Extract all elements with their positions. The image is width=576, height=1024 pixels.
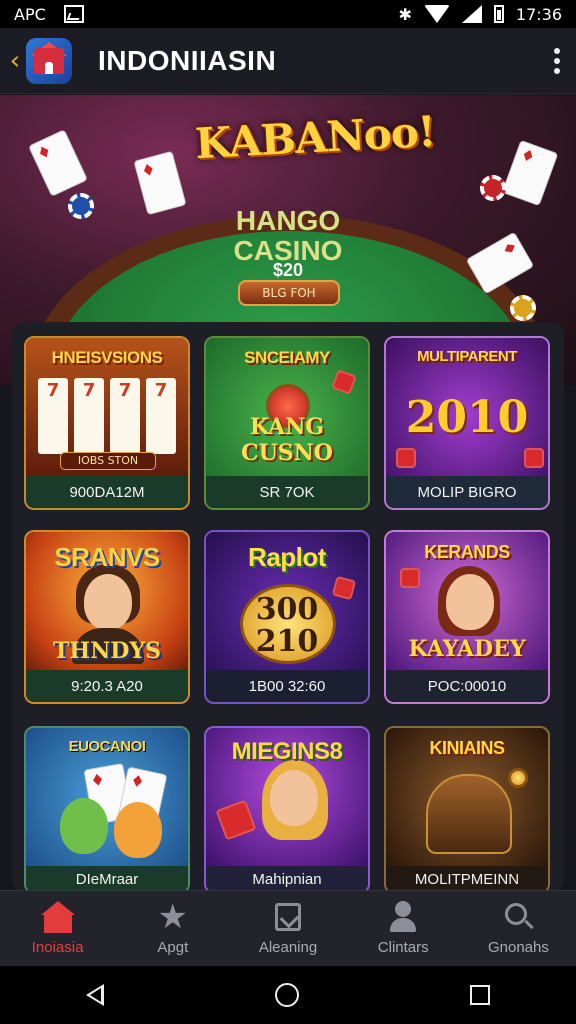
game-tile[interactable]: 7 7 7 7 IOBS STON HNEISVSIONS 900DA12M [24, 336, 190, 510]
wifi-icon [423, 5, 450, 23]
game-title: MIEGINS8 [231, 738, 343, 765]
game-title: KERANDS [424, 542, 510, 562]
game-caption: SR 7OK [206, 476, 368, 508]
slot-reel: 7 [146, 378, 176, 454]
signal-icon [461, 5, 482, 23]
nav-label: Apgt [157, 939, 189, 956]
slot-reel: 7 [110, 378, 140, 454]
slot-reel: 7 [74, 378, 104, 454]
game-art-text: 2010 [405, 392, 529, 443]
bottom-nav: Inoiasia ★ Apgt Aleaning Clintars Gnonah… [0, 890, 576, 966]
status-left: APC [14, 5, 84, 24]
bluetooth-icon: ✱ [398, 4, 412, 24]
game-tile[interactable]: EUOCANOI DIeMraar [24, 726, 190, 892]
app-logo[interactable] [26, 37, 72, 84]
nav-label: Gnonahs [487, 939, 549, 956]
system-home-icon[interactable] [274, 983, 299, 1007]
nav-label: Aleaning [258, 939, 318, 956]
poker-chip-icon [480, 175, 506, 201]
game-title: EUOCANOI [68, 738, 146, 755]
game-art-text: THNDYS [53, 638, 161, 664]
system-recents-icon[interactable] [470, 985, 491, 1005]
game-art-text: KANG CUSNO [241, 414, 333, 466]
nav-label: Clintars [377, 939, 429, 956]
playing-card-icon [501, 139, 559, 207]
game-title: MULTIPARENT [417, 348, 517, 365]
game-tile[interactable]: MULTIPARENT 2010 MOLIP BIGRO [384, 336, 550, 510]
game-caption: MOLITPMEINN [386, 866, 548, 892]
status-right: ✱ 17:36 [398, 5, 562, 24]
slot-reel: 7 [38, 378, 68, 454]
game-title: SRANVS [54, 542, 160, 572]
game-tile[interactable]: KINIAINS MOLITPMEINN [384, 726, 550, 892]
home-icon [40, 901, 75, 933]
game-caption: 9:20.3 A20 [26, 670, 188, 702]
system-back-icon[interactable] [85, 984, 104, 1006]
character-face [270, 770, 318, 826]
dice-icon [396, 448, 416, 468]
game-tile[interactable]: SRANVS THNDYS 9:20.3 A20 [24, 530, 190, 704]
system-nav-bar [0, 966, 576, 1024]
game-art-text: 300 210 [255, 592, 319, 659]
search-icon [501, 901, 535, 933]
dice-icon [400, 568, 420, 588]
more-options-icon[interactable] [542, 47, 572, 74]
game-tile[interactable]: SNCEIAMY KANG CUSNO SR 7OK [204, 336, 370, 510]
character-face [60, 798, 108, 854]
game-title: HNEISVSIONS [51, 348, 163, 367]
game-caption: 1B00 32:60 [206, 670, 368, 702]
game-caption: DIeMraar [26, 866, 188, 892]
treasure-helmet [426, 774, 512, 854]
dice-icon [524, 448, 544, 468]
dice-icon [215, 799, 257, 841]
calendar-check-icon [271, 901, 305, 933]
game-title: KINIAINS [429, 738, 505, 758]
hero-amount: $20 [272, 260, 304, 280]
game-caption: Mahipnian [206, 866, 368, 892]
status-bar: APC ✱ 17:36 [0, 0, 576, 28]
battery-icon [493, 5, 504, 23]
character-face [114, 802, 162, 858]
dice-icon [331, 369, 357, 395]
hero-line1: HANGO [235, 205, 341, 236]
app-title: INDONIIASIN [98, 44, 277, 76]
nav-item-learning[interactable]: Aleaning [230, 891, 345, 966]
slot-spin-button: IOBS STON [60, 452, 156, 470]
game-title: SNCEIAMY [244, 348, 330, 367]
logo-door [45, 61, 53, 74]
game-grid: 7 7 7 7 IOBS STON HNEISVSIONS 900DA12M S… [12, 322, 564, 892]
image-notification-icon [63, 5, 84, 23]
game-caption: MOLIP BIGRO [386, 476, 548, 508]
character-face [446, 574, 494, 630]
carrier-label: APC [14, 4, 46, 24]
back-chevron-icon[interactable]: ‹ [4, 46, 26, 76]
game-tile[interactable]: KERANDS KAYADEY POC:00010 [384, 530, 550, 704]
poker-chip-icon [510, 295, 536, 321]
game-title: Raplot [248, 542, 326, 572]
game-caption: 900DA12M [26, 476, 188, 508]
game-tile[interactable]: MIEGINS8 Mahipnian [204, 726, 370, 892]
star-icon: ★ [157, 898, 189, 936]
user-icon [386, 901, 420, 933]
hero-logo: KABANoo! [193, 106, 437, 169]
nav-item-home[interactable]: Inoiasia [0, 891, 115, 966]
nav-item-search[interactable]: Gnonahs [461, 891, 576, 966]
game-caption: POC:00010 [386, 670, 548, 702]
hero-button[interactable]: BLG FOH [238, 280, 340, 306]
game-tile[interactable]: Raplot 300 210 1B00 32:60 [204, 530, 370, 704]
nav-item-apps[interactable]: ★ Apgt [115, 891, 230, 966]
character-face [84, 574, 132, 630]
clock: 17:36 [515, 4, 562, 24]
game-art-text: KAYADEY [408, 636, 526, 662]
app-bar: ‹ INDONIIASIN [0, 28, 576, 94]
nav-item-clients[interactable]: Clintars [346, 891, 461, 966]
playing-card-icon [28, 129, 88, 197]
gold-coin [508, 768, 528, 788]
nav-label: Inoiasia [31, 939, 84, 956]
